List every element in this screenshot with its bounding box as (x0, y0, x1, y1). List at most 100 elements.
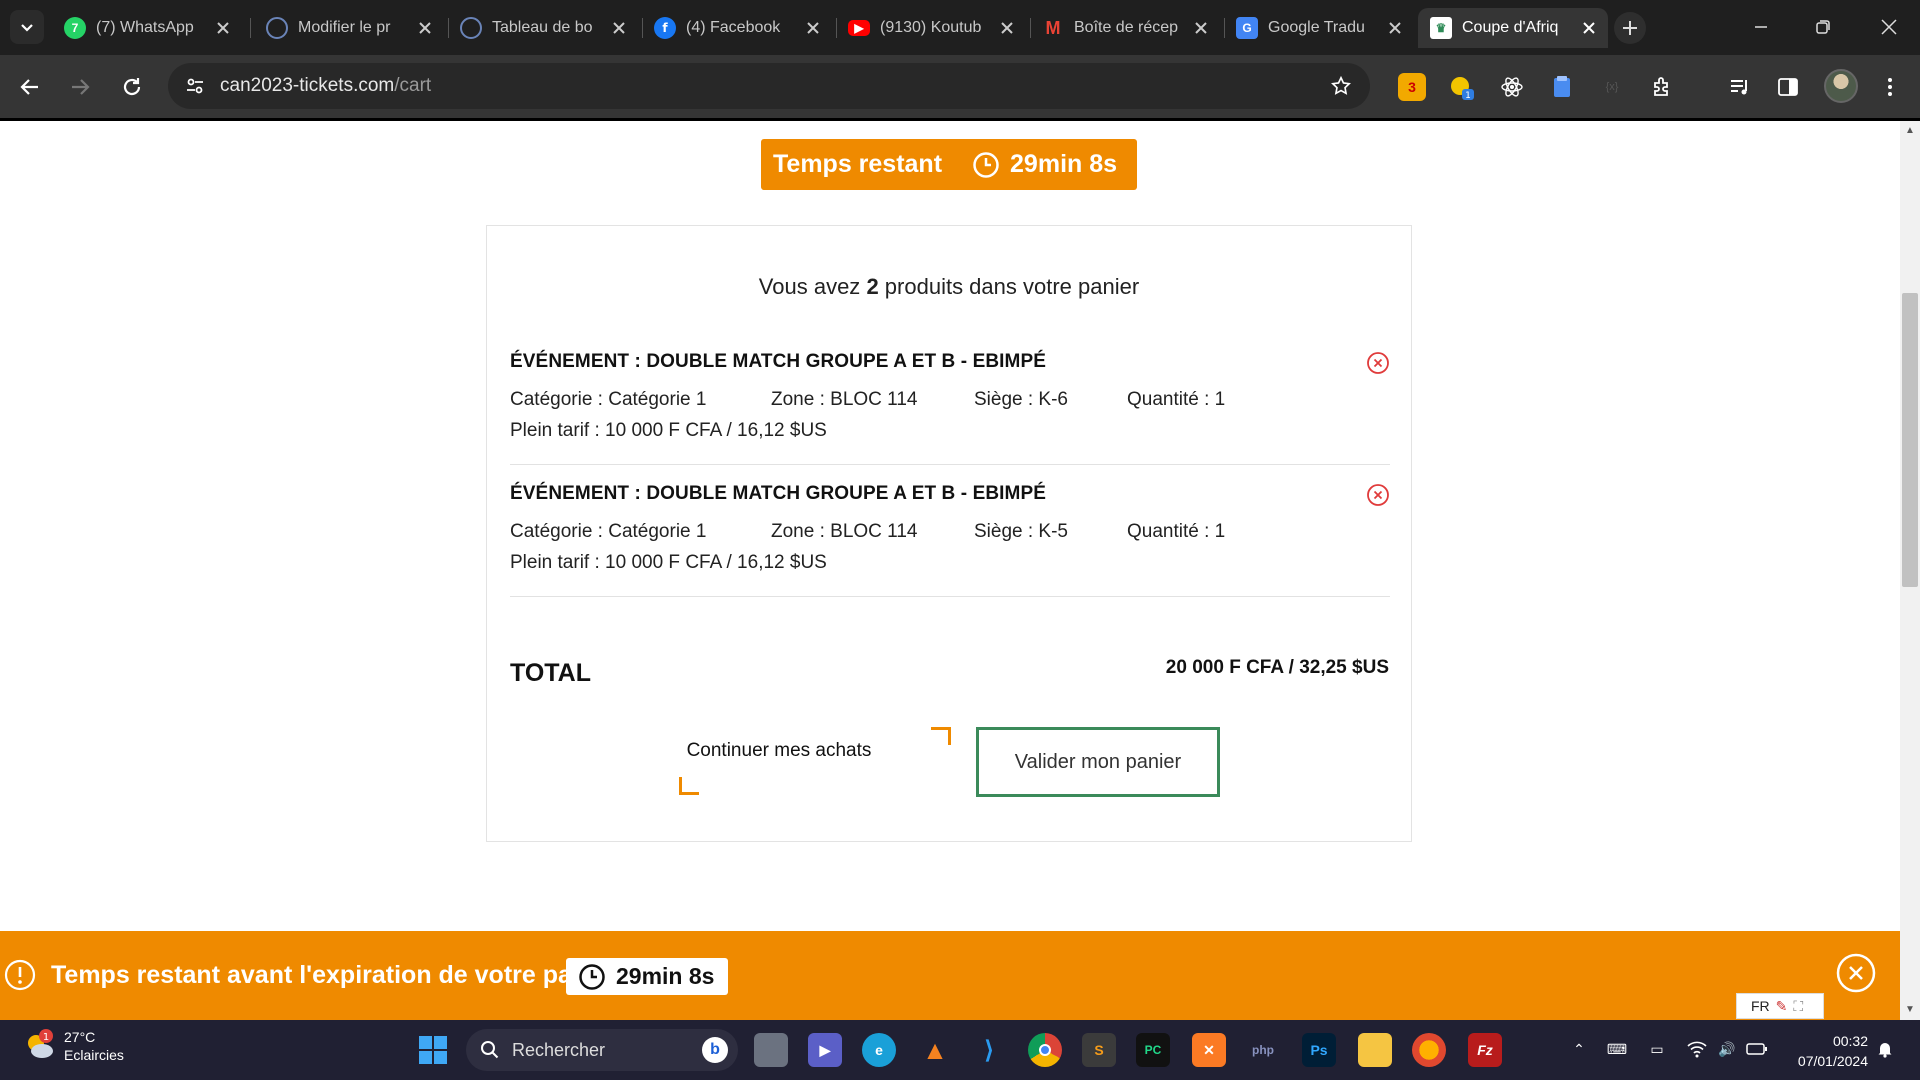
reload-button[interactable] (116, 71, 148, 103)
clock-date: 07/01/2024 (1797, 1053, 1868, 1069)
expand-icon: ⛶ (1793, 997, 1804, 1014)
tab-facebook[interactable]: f (4) Facebook (642, 8, 832, 48)
profile-avatar[interactable] (1824, 69, 1858, 103)
extension-badge-icon[interactable]: 1 (1448, 73, 1476, 101)
close-icon[interactable] (1580, 19, 1598, 37)
weather-condition: Eclaircies (64, 1047, 124, 1063)
xampp-icon[interactable]: ✕ (1192, 1033, 1226, 1067)
cart-expiration-bar: Temps restant avant l'expiration de votr… (0, 931, 1900, 1020)
url-path: /cart (394, 75, 432, 96)
display-icon[interactable]: ▭ (1646, 1038, 1668, 1060)
back-button[interactable] (14, 71, 46, 103)
globe-icon (460, 17, 482, 39)
chrome-icon[interactable] (1028, 1033, 1062, 1067)
weather-widget[interactable]: 1 27°C Eclaircies (22, 1028, 124, 1064)
edge-icon[interactable]: e (862, 1033, 896, 1067)
site-settings-icon[interactable] (180, 71, 210, 101)
remaining-time-value: 29min 8s (1010, 150, 1118, 178)
language-flag-icon: ✎ (1775, 997, 1788, 1014)
tab-search-button[interactable] (10, 10, 44, 44)
close-window-button[interactable] (1876, 14, 1902, 40)
item-zone: Zone : BLOC 114 (771, 389, 918, 410)
close-icon[interactable] (416, 19, 434, 37)
item-zone: Zone : BLOC 114 (771, 521, 918, 542)
url-host: can2023-tickets.com (220, 75, 395, 96)
file-explorer-icon[interactable] (1358, 1033, 1392, 1067)
language-widget[interactable]: FR ✎ ⛶ (1736, 993, 1824, 1019)
tab-google-translate[interactable]: G Google Tradu (1224, 8, 1414, 48)
sublime-text-icon[interactable]: S (1082, 1033, 1116, 1067)
forward-button[interactable] (64, 71, 96, 103)
weather-icon: 1 (22, 1029, 56, 1063)
extension-icon[interactable]: {x} (1598, 73, 1626, 101)
new-tab-button[interactable] (1614, 12, 1646, 44)
restore-button[interactable] (1810, 14, 1836, 40)
tab-title: (7) WhatsApp (96, 19, 194, 36)
close-icon[interactable] (1836, 953, 1876, 993)
react-devtools-icon[interactable] (1498, 73, 1526, 101)
teams-icon[interactable]: ▶ (808, 1033, 842, 1067)
remove-item-icon[interactable] (1366, 351, 1390, 375)
cart-summary: Vous avez 2 produits dans votre panier (487, 274, 1411, 300)
tab-whatsapp[interactable]: 7 (7) WhatsApp (52, 8, 242, 48)
clock-icon (973, 151, 999, 178)
close-icon[interactable] (998, 19, 1016, 37)
filezilla-icon[interactable]: Fz (1468, 1033, 1502, 1067)
kebab-menu-icon[interactable] (1876, 73, 1904, 101)
tab-modifier[interactable]: Modifier le pr (254, 8, 444, 48)
pycharm-icon[interactable]: PC (1136, 1033, 1170, 1067)
tab-coupe-afrique[interactable]: ♛ Coupe d'Afriq (1418, 8, 1608, 48)
tab-youtube[interactable]: ▶ (9130) Koutub (836, 8, 1026, 48)
minimize-icon (1755, 26, 1767, 28)
clipboard-extension-icon[interactable] (1548, 73, 1576, 101)
remove-item-icon[interactable] (1366, 483, 1390, 507)
vlc-icon[interactable]: ▲ (918, 1033, 952, 1067)
close-icon[interactable] (1386, 19, 1404, 37)
close-icon[interactable] (610, 19, 628, 37)
tab-title: Modifier le pr (298, 19, 391, 36)
tab-tableau-de-bord[interactable]: Tableau de bo (448, 8, 638, 48)
close-icon[interactable] (1192, 19, 1210, 37)
clock-time: 00:32 (1832, 1033, 1868, 1049)
chevron-up-icon[interactable]: ⌃ (1568, 1038, 1590, 1060)
browser-toolbar: can2023-tickets.com/cart 3 1 {x} (0, 55, 1920, 121)
minimize-button[interactable] (1748, 14, 1774, 40)
firefox-icon[interactable] (1412, 1033, 1446, 1067)
close-icon[interactable] (804, 19, 822, 37)
bing-icon: b (702, 1037, 728, 1063)
taskbar-search[interactable]: Rechercher b (466, 1029, 738, 1071)
battery-icon[interactable] (1746, 1038, 1768, 1060)
validate-cart-button[interactable]: Valider mon panier (976, 727, 1220, 797)
php-icon[interactable]: php (1246, 1033, 1280, 1067)
item-seat: Siège : K-6 (974, 389, 1068, 410)
scroll-down-arrow[interactable]: ▼ (1902, 1002, 1918, 1018)
total-label: TOTAL (510, 659, 592, 687)
bookmark-star-icon[interactable] (1326, 71, 1356, 101)
scroll-up-arrow[interactable]: ▲ (1902, 123, 1918, 139)
windows-start-icon[interactable] (416, 1033, 450, 1067)
tab-gmail[interactable]: M Boîte de récep (1030, 8, 1220, 48)
vscode-icon[interactable]: ⟩ (972, 1033, 1006, 1067)
keyboard-icon[interactable]: ⌨ (1606, 1038, 1628, 1060)
whatsapp-icon: 7 (64, 17, 86, 39)
remaining-time-banner: Temps restant 29min 8s (761, 139, 1137, 190)
forward-arrow-icon (72, 79, 90, 95)
tab-title: Tableau de bo (492, 19, 593, 36)
task-view-icon[interactable] (754, 1033, 788, 1067)
photoshop-icon[interactable]: Ps (1302, 1033, 1336, 1067)
scrollbar-thumb[interactable] (1902, 293, 1918, 587)
close-icon[interactable] (214, 19, 232, 37)
media-controls-icon[interactable] (1726, 73, 1754, 101)
extensions-puzzle-icon[interactable] (1648, 73, 1676, 101)
tab-title: (9130) Koutub (880, 19, 982, 36)
system-clock[interactable]: 00:32 07/01/2024 (1784, 1031, 1868, 1071)
side-panel-icon[interactable] (1774, 73, 1802, 101)
item-quantity: Quantité : 1 (1127, 521, 1226, 542)
address-bar[interactable]: can2023-tickets.com/cart (168, 63, 1370, 109)
continue-shopping-button[interactable]: Continuer mes achats (679, 728, 879, 774)
notification-bell-icon[interactable] (1874, 1038, 1896, 1060)
gmail-icon: M (1045, 17, 1061, 38)
extension-icon[interactable]: 3 (1398, 73, 1426, 101)
wifi-icon[interactable] (1686, 1038, 1708, 1060)
volume-icon[interactable]: 🔊 (1716, 1038, 1738, 1060)
